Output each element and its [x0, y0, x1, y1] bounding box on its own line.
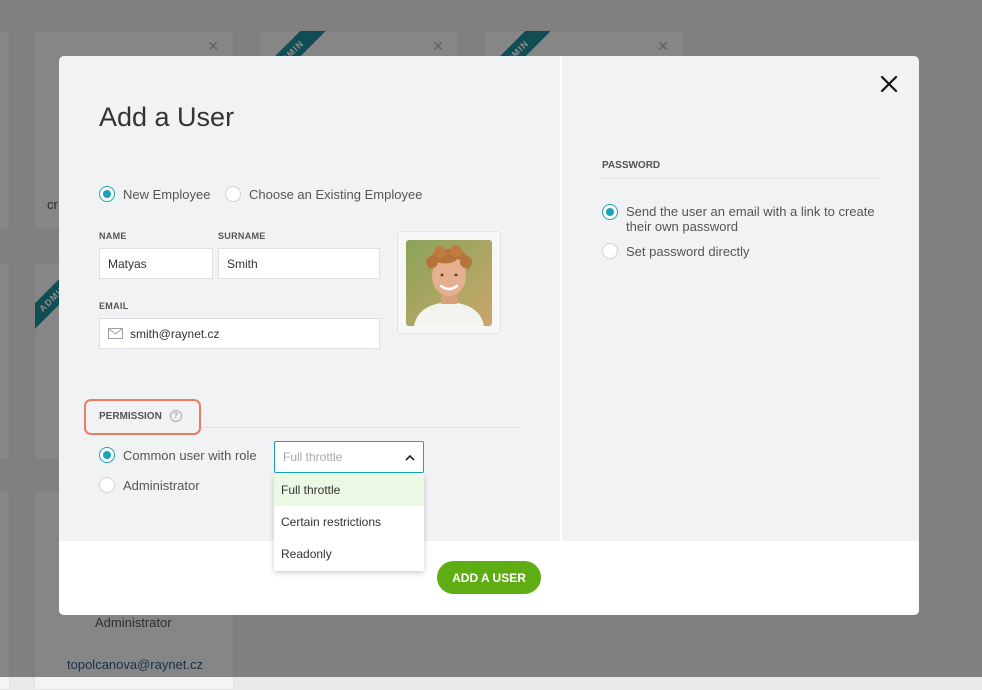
- surname-value: Smith: [227, 256, 258, 271]
- existing-employee-label: Choose an Existing Employee: [249, 186, 423, 202]
- role-select[interactable]: Full throttle: [274, 441, 424, 473]
- chevron-up-icon: [405, 454, 415, 461]
- name-label: NAME: [99, 231, 127, 241]
- administrator-option[interactable]: Administrator: [99, 477, 200, 493]
- surname-input[interactable]: Smith: [218, 248, 380, 279]
- avatar: [406, 240, 492, 326]
- existing-employee-radio[interactable]: [225, 186, 241, 202]
- administrator-radio[interactable]: [99, 477, 115, 493]
- permission-label: PERMISSION: [99, 410, 162, 422]
- envelope-icon: [108, 328, 123, 339]
- send-email-label: Send the user an email with a link to cr…: [626, 204, 875, 234]
- password-label: PASSWORD: [602, 160, 661, 171]
- name-value: Matyas: [108, 256, 147, 271]
- role-option-certain-restrictions[interactable]: Certain restrictions: [274, 506, 424, 538]
- send-email-option[interactable]: Send the user an email with a link to cr…: [602, 204, 887, 234]
- new-employee-option[interactable]: New Employee: [99, 186, 210, 202]
- email-input[interactable]: smith@raynet.cz: [99, 318, 380, 349]
- close-icon: [880, 75, 898, 93]
- role-option-full-throttle[interactable]: Full throttle: [274, 474, 424, 506]
- role-select-value: Full throttle: [283, 450, 343, 464]
- common-user-radio[interactable]: [99, 447, 115, 463]
- dialog-title: Add a User: [99, 102, 235, 132]
- permission-heading: PERMISSION ?: [99, 410, 182, 422]
- common-user-label: Common user with role: [123, 447, 257, 463]
- add-user-dialog: Add a User New Employee Choose an Existi…: [59, 56, 919, 615]
- password-divider: [602, 178, 880, 179]
- role-dropdown: Full throttle Certain restrictions Reado…: [274, 474, 424, 571]
- user-photo-upload[interactable]: [397, 231, 501, 334]
- close-button[interactable]: [877, 72, 901, 96]
- role-option-readonly[interactable]: Readonly: [274, 538, 424, 570]
- administrator-label: Administrator: [123, 477, 200, 493]
- column-divider: [560, 56, 562, 541]
- permission-divider: [201, 427, 521, 428]
- email-value: smith@raynet.cz: [130, 326, 220, 341]
- new-employee-radio[interactable]: [99, 186, 115, 202]
- email-label: EMAIL: [99, 301, 129, 311]
- common-user-option[interactable]: Common user with role: [99, 447, 257, 463]
- surname-label: SURNAME: [218, 231, 266, 241]
- set-password-radio[interactable]: [602, 243, 618, 259]
- set-password-label: Set password directly: [626, 243, 750, 259]
- existing-employee-option[interactable]: Choose an Existing Employee: [225, 186, 422, 202]
- set-password-option[interactable]: Set password directly: [602, 243, 750, 259]
- send-email-radio[interactable]: [602, 204, 618, 220]
- add-user-button[interactable]: ADD A USER: [437, 561, 541, 594]
- avatar-image: [406, 240, 492, 326]
- help-icon[interactable]: ?: [169, 410, 182, 422]
- new-employee-label: New Employee: [123, 186, 211, 202]
- name-input[interactable]: Matyas: [99, 248, 213, 279]
